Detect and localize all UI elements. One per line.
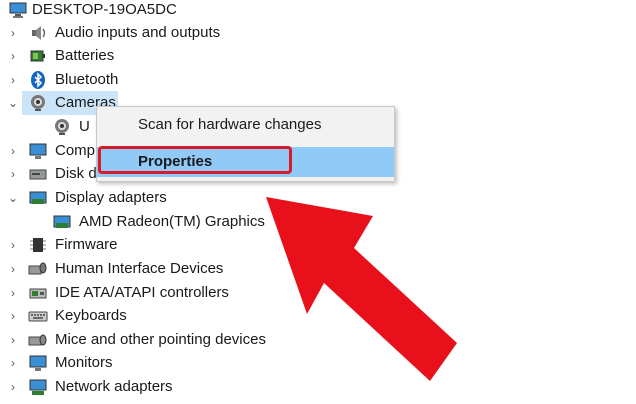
chevron-right-icon[interactable]: › bbox=[6, 140, 20, 162]
monitor-icon bbox=[28, 353, 48, 373]
bluetooth-icon bbox=[28, 70, 48, 90]
chevron-right-icon[interactable]: › bbox=[6, 69, 20, 91]
tree-item-label: Keyboards bbox=[55, 307, 127, 324]
hid-icon bbox=[28, 259, 48, 279]
menu-item-scan-hardware[interactable]: Scan for hardware changes bbox=[97, 110, 394, 140]
display-adapter-icon bbox=[52, 212, 72, 232]
tree-item-label: Disk d bbox=[55, 165, 97, 182]
tree-item-label: U bbox=[79, 118, 90, 135]
tree-item-label: Comp bbox=[55, 142, 96, 159]
chevron-down-icon[interactable]: ⌄ bbox=[6, 187, 20, 209]
tree-item-label: Network adapters bbox=[55, 378, 173, 395]
chevron-right-icon[interactable]: › bbox=[6, 22, 20, 44]
camera-icon bbox=[28, 93, 48, 113]
speaker-icon bbox=[28, 23, 48, 43]
keyboard-icon bbox=[28, 306, 48, 326]
webcam-icon bbox=[52, 117, 72, 137]
menu-item-label: Scan for hardware changes bbox=[138, 116, 322, 133]
chevron-right-icon[interactable]: › bbox=[6, 329, 20, 351]
annotation-highlight-box bbox=[98, 146, 292, 174]
tree-item-label: Mice and other pointing devices bbox=[55, 331, 266, 348]
device-manager-tree: DESKTOP-19OA5DC › Audio inputs and outpu… bbox=[0, 0, 636, 396]
chevron-right-icon[interactable]: › bbox=[6, 234, 20, 256]
tree-item-label: Display adapters bbox=[55, 189, 167, 206]
tree-item-label: Monitors bbox=[55, 354, 113, 371]
display-adapter-icon bbox=[28, 188, 48, 208]
network-adapter-icon bbox=[28, 377, 48, 397]
chevron-down-icon[interactable]: ⌄ bbox=[6, 92, 20, 114]
mouse-icon bbox=[28, 330, 48, 350]
battery-icon bbox=[28, 46, 48, 66]
tree-item-label: IDE ATA/ATAPI controllers bbox=[55, 284, 229, 301]
chevron-right-icon[interactable]: › bbox=[6, 376, 20, 398]
computer-icon bbox=[8, 0, 28, 20]
tree-item-label: Firmware bbox=[55, 236, 118, 253]
monitor-icon bbox=[28, 141, 48, 161]
chevron-right-icon[interactable]: › bbox=[6, 352, 20, 374]
ide-controller-icon bbox=[28, 283, 48, 303]
tree-item-label: AMD Radeon(TM) Graphics bbox=[79, 213, 265, 230]
disk-drive-icon bbox=[28, 164, 48, 184]
root-label: DESKTOP-19OA5DC bbox=[32, 1, 177, 18]
chevron-right-icon[interactable]: › bbox=[6, 258, 20, 280]
chevron-right-icon[interactable]: › bbox=[6, 163, 20, 185]
chevron-right-icon[interactable]: › bbox=[6, 282, 20, 304]
chevron-right-icon[interactable]: › bbox=[6, 45, 20, 67]
chevron-right-icon[interactable]: › bbox=[6, 305, 20, 327]
firmware-icon bbox=[28, 235, 48, 255]
tree-item-label: Bluetooth bbox=[55, 71, 119, 88]
tree-item-label: Batteries bbox=[55, 47, 115, 64]
tree-item-label: Audio inputs and outputs bbox=[55, 24, 221, 41]
tree-item-label: Human Interface Devices bbox=[55, 260, 224, 277]
